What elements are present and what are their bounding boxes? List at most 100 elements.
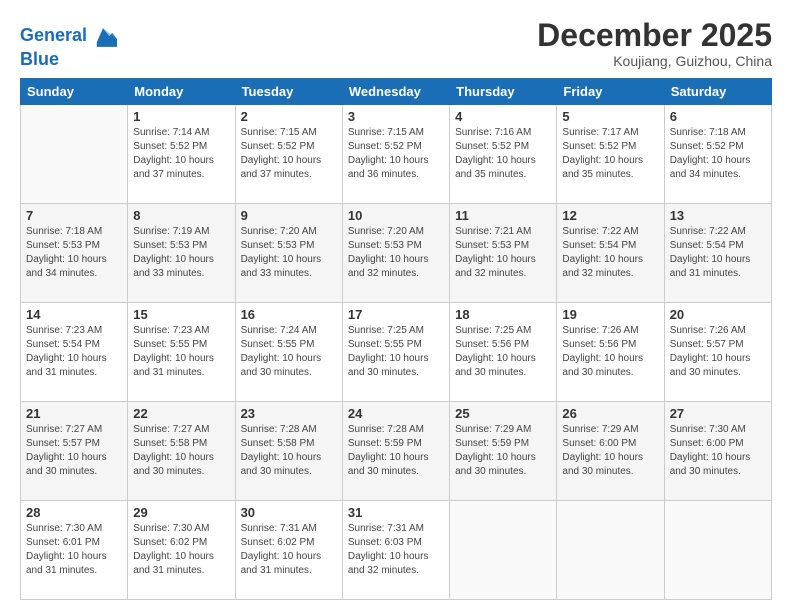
day-number: 6	[670, 109, 766, 124]
logo-text: General	[20, 26, 87, 46]
day-info: Sunrise: 7:28 AM Sunset: 5:59 PM Dayligh…	[348, 423, 444, 479]
day-number: 8	[133, 208, 229, 223]
day-info: Sunrise: 7:29 AM Sunset: 5:59 PM Dayligh…	[455, 423, 551, 479]
day-number: 14	[26, 307, 122, 322]
day-info: Sunrise: 7:19 AM Sunset: 5:53 PM Dayligh…	[133, 225, 229, 281]
day-number: 17	[348, 307, 444, 322]
calendar-cell: 15 Sunrise: 7:23 AM Sunset: 5:55 PM Dayli…	[128, 302, 235, 401]
location-subtitle: Koujiang, Guizhou, China	[537, 53, 772, 69]
calendar-week-3: 14 Sunrise: 7:23 AM Sunset: 5:54 PM Dayli…	[21, 302, 772, 401]
calendar-header-saturday: Saturday	[664, 78, 771, 104]
day-number: 20	[670, 307, 766, 322]
calendar-cell: 17 Sunrise: 7:25 AM Sunset: 5:55 PM Dayli…	[342, 302, 449, 401]
calendar-header-monday: Monday	[128, 78, 235, 104]
calendar-cell: 14 Sunrise: 7:23 AM Sunset: 5:54 PM Dayli…	[21, 302, 128, 401]
header: General Blue December 2025 Koujiang, Gui…	[20, 18, 772, 70]
day-number: 16	[241, 307, 337, 322]
calendar-cell	[557, 500, 664, 599]
day-number: 13	[670, 208, 766, 223]
day-number: 22	[133, 406, 229, 421]
day-number: 5	[562, 109, 658, 124]
day-number: 30	[241, 505, 337, 520]
day-info: Sunrise: 7:23 AM Sunset: 5:55 PM Dayligh…	[133, 324, 229, 380]
calendar-cell: 12 Sunrise: 7:22 AM Sunset: 5:54 PM Dayli…	[557, 203, 664, 302]
day-number: 1	[133, 109, 229, 124]
day-number: 27	[670, 406, 766, 421]
day-info: Sunrise: 7:22 AM Sunset: 5:54 PM Dayligh…	[562, 225, 658, 281]
day-info: Sunrise: 7:21 AM Sunset: 5:53 PM Dayligh…	[455, 225, 551, 281]
day-number: 12	[562, 208, 658, 223]
day-info: Sunrise: 7:23 AM Sunset: 5:54 PM Dayligh…	[26, 324, 122, 380]
day-info: Sunrise: 7:30 AM Sunset: 6:01 PM Dayligh…	[26, 522, 122, 578]
calendar-cell: 28 Sunrise: 7:30 AM Sunset: 6:01 PM Dayli…	[21, 500, 128, 599]
calendar-week-4: 21 Sunrise: 7:27 AM Sunset: 5:57 PM Dayli…	[21, 401, 772, 500]
calendar-header-row: SundayMondayTuesdayWednesdayThursdayFrid…	[21, 78, 772, 104]
day-number: 4	[455, 109, 551, 124]
day-info: Sunrise: 7:15 AM Sunset: 5:52 PM Dayligh…	[348, 126, 444, 182]
day-number: 18	[455, 307, 551, 322]
calendar-cell: 25 Sunrise: 7:29 AM Sunset: 5:59 PM Dayli…	[450, 401, 557, 500]
day-info: Sunrise: 7:18 AM Sunset: 5:52 PM Dayligh…	[670, 126, 766, 182]
calendar-cell: 8 Sunrise: 7:19 AM Sunset: 5:53 PM Daylig…	[128, 203, 235, 302]
day-info: Sunrise: 7:25 AM Sunset: 5:55 PM Dayligh…	[348, 324, 444, 380]
logo: General Blue	[20, 22, 117, 70]
day-info: Sunrise: 7:27 AM Sunset: 5:57 PM Dayligh…	[26, 423, 122, 479]
calendar-cell: 16 Sunrise: 7:24 AM Sunset: 5:55 PM Dayli…	[235, 302, 342, 401]
calendar-week-5: 28 Sunrise: 7:30 AM Sunset: 6:01 PM Dayli…	[21, 500, 772, 599]
day-info: Sunrise: 7:27 AM Sunset: 5:58 PM Dayligh…	[133, 423, 229, 479]
page: General Blue December 2025 Koujiang, Gui…	[0, 0, 792, 612]
day-number: 3	[348, 109, 444, 124]
calendar-cell: 9Sunrise: 7:20 AM Sunset: 5:53 PM Daylig…	[235, 203, 342, 302]
day-number: 15	[133, 307, 229, 322]
day-number: 24	[348, 406, 444, 421]
calendar-cell	[664, 500, 771, 599]
day-info: Sunrise: 7:31 AM Sunset: 6:03 PM Dayligh…	[348, 522, 444, 578]
day-info: Sunrise: 7:31 AM Sunset: 6:02 PM Dayligh…	[241, 522, 337, 578]
day-number: 29	[133, 505, 229, 520]
calendar-cell: 18 Sunrise: 7:25 AM Sunset: 5:56 PM Dayli…	[450, 302, 557, 401]
calendar-cell: 20 Sunrise: 7:26 AM Sunset: 5:57 PM Dayli…	[664, 302, 771, 401]
day-info: Sunrise: 7:24 AM Sunset: 5:55 PM Dayligh…	[241, 324, 337, 380]
day-info: Sunrise: 7:30 AM Sunset: 6:00 PM Dayligh…	[670, 423, 766, 479]
calendar-header-thursday: Thursday	[450, 78, 557, 104]
calendar-cell: 21 Sunrise: 7:27 AM Sunset: 5:57 PM Dayli…	[21, 401, 128, 500]
calendar-cell: 24 Sunrise: 7:28 AM Sunset: 5:59 PM Dayli…	[342, 401, 449, 500]
calendar-cell: 1Sunrise: 7:14 AM Sunset: 5:52 PM Daylig…	[128, 104, 235, 203]
day-number: 7	[26, 208, 122, 223]
day-info: Sunrise: 7:25 AM Sunset: 5:56 PM Dayligh…	[455, 324, 551, 380]
day-number: 26	[562, 406, 658, 421]
calendar-cell: 30 Sunrise: 7:31 AM Sunset: 6:02 PM Dayli…	[235, 500, 342, 599]
day-info: Sunrise: 7:26 AM Sunset: 5:56 PM Dayligh…	[562, 324, 658, 380]
logo-text2: Blue	[20, 50, 59, 70]
day-info: Sunrise: 7:26 AM Sunset: 5:57 PM Dayligh…	[670, 324, 766, 380]
day-number: 31	[348, 505, 444, 520]
calendar-cell: 19Sunrise: 7:26 AM Sunset: 5:56 PM Dayli…	[557, 302, 664, 401]
day-info: Sunrise: 7:16 AM Sunset: 5:52 PM Dayligh…	[455, 126, 551, 182]
day-info: Sunrise: 7:20 AM Sunset: 5:53 PM Dayligh…	[348, 225, 444, 281]
calendar-table: SundayMondayTuesdayWednesdayThursdayFrid…	[20, 78, 772, 600]
calendar-cell: 10Sunrise: 7:20 AM Sunset: 5:53 PM Dayli…	[342, 203, 449, 302]
title-block: December 2025 Koujiang, Guizhou, China	[537, 18, 772, 69]
calendar-week-2: 7 Sunrise: 7:18 AM Sunset: 5:53 PM Daylig…	[21, 203, 772, 302]
calendar-cell: 26 Sunrise: 7:29 AM Sunset: 6:00 PM Dayli…	[557, 401, 664, 500]
day-number: 28	[26, 505, 122, 520]
day-info: Sunrise: 7:29 AM Sunset: 6:00 PM Dayligh…	[562, 423, 658, 479]
day-number: 11	[455, 208, 551, 223]
logo-icon	[89, 22, 117, 50]
calendar-week-1: 1Sunrise: 7:14 AM Sunset: 5:52 PM Daylig…	[21, 104, 772, 203]
day-info: Sunrise: 7:18 AM Sunset: 5:53 PM Dayligh…	[26, 225, 122, 281]
day-info: Sunrise: 7:30 AM Sunset: 6:02 PM Dayligh…	[133, 522, 229, 578]
calendar-header-friday: Friday	[557, 78, 664, 104]
day-number: 2	[241, 109, 337, 124]
calendar-cell: 23 Sunrise: 7:28 AM Sunset: 5:58 PM Dayli…	[235, 401, 342, 500]
day-info: Sunrise: 7:28 AM Sunset: 5:58 PM Dayligh…	[241, 423, 337, 479]
calendar-cell: 6 Sunrise: 7:18 AM Sunset: 5:52 PM Daylig…	[664, 104, 771, 203]
month-title: December 2025	[537, 18, 772, 53]
day-info: Sunrise: 7:17 AM Sunset: 5:52 PM Dayligh…	[562, 126, 658, 182]
day-number: 25	[455, 406, 551, 421]
day-number: 9	[241, 208, 337, 223]
day-info: Sunrise: 7:22 AM Sunset: 5:54 PM Dayligh…	[670, 225, 766, 281]
calendar-cell: 29 Sunrise: 7:30 AM Sunset: 6:02 PM Dayli…	[128, 500, 235, 599]
day-number: 21	[26, 406, 122, 421]
day-number: 23	[241, 406, 337, 421]
